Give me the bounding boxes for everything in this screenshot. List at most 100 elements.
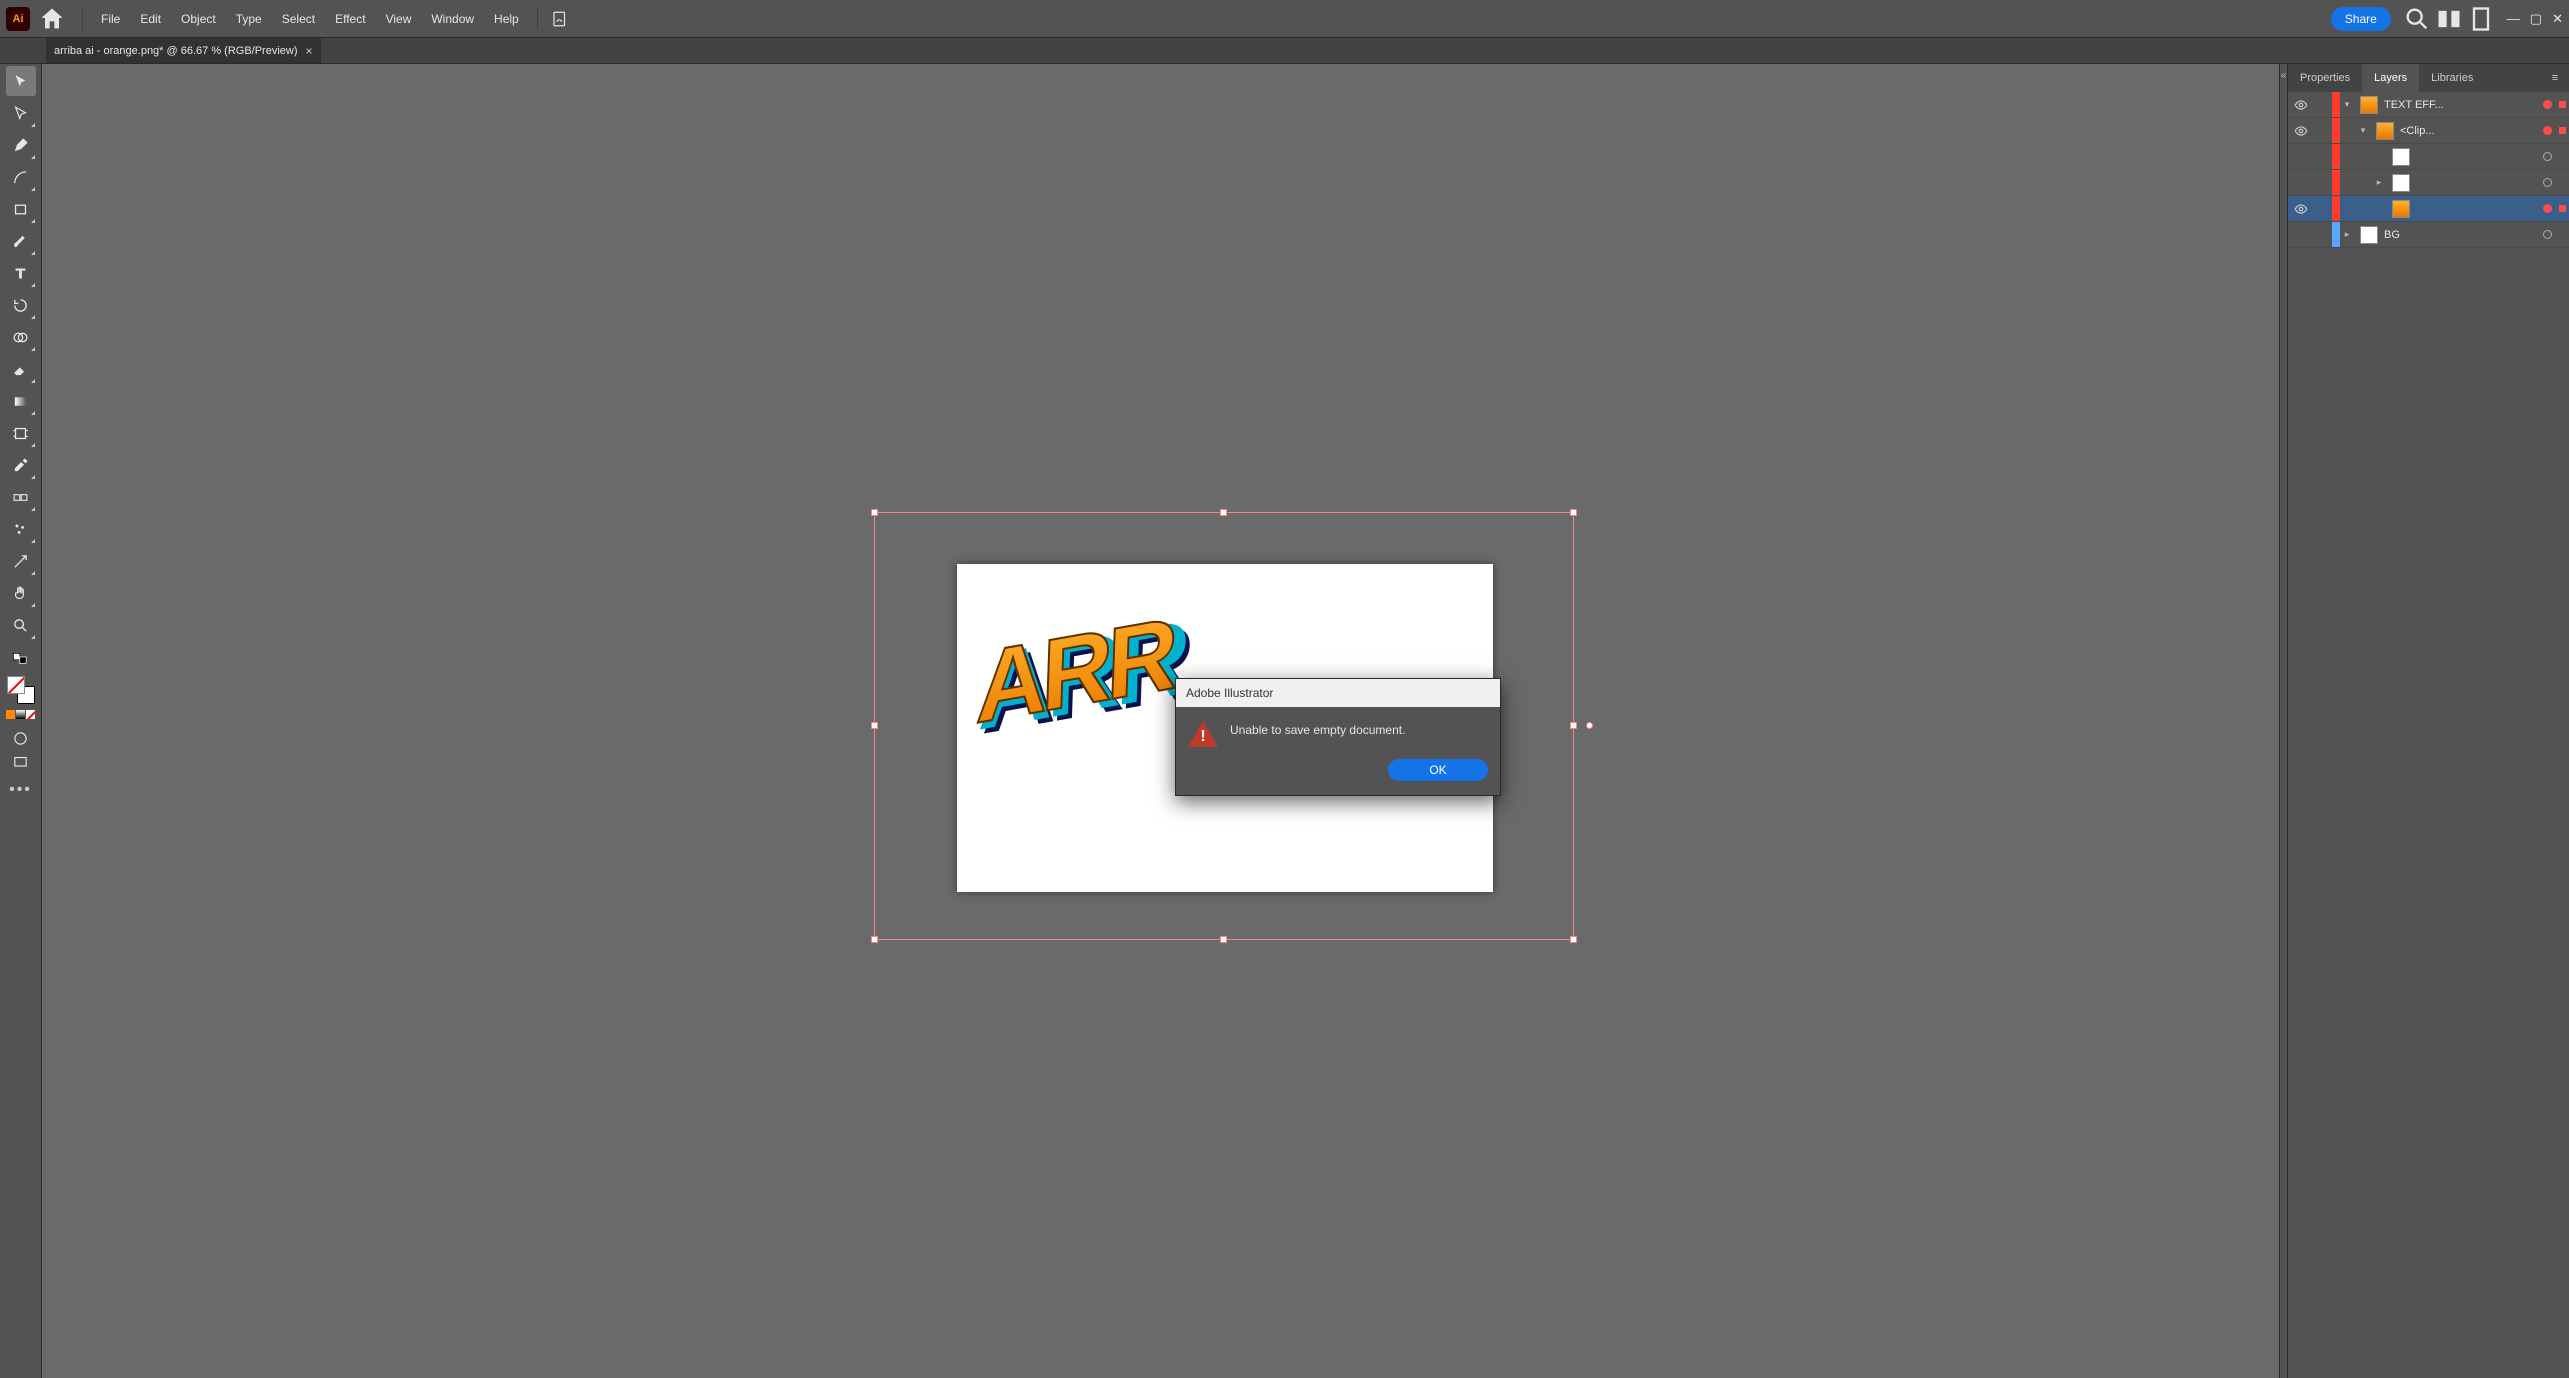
layer-row[interactable]: ▾ TEXT EFF... — [2288, 92, 2569, 118]
blend-tool[interactable] — [6, 482, 36, 512]
disclosure-triangle-icon[interactable]: ▸ — [2340, 229, 2354, 240]
selection-indicator — [2555, 101, 2569, 108]
edit-toolbar-icon[interactable]: ••• — [9, 781, 32, 799]
menu-type[interactable]: Type — [226, 0, 272, 37]
workspace-icon[interactable] — [2467, 5, 2495, 33]
visibility-toggle-icon[interactable] — [2288, 98, 2314, 112]
menu-help[interactable]: Help — [484, 0, 529, 37]
target-icon[interactable] — [2539, 204, 2555, 213]
ok-button[interactable]: OK — [1388, 759, 1488, 781]
artboard-tool[interactable] — [6, 418, 36, 448]
resize-handle[interactable] — [1220, 936, 1227, 943]
rectangle-tool[interactable] — [6, 194, 36, 224]
menu-bar: Ai File Edit Object Type Select Effect V… — [0, 0, 2569, 38]
disclosure-triangle-icon[interactable]: ▾ — [2356, 125, 2370, 136]
target-icon[interactable] — [2539, 100, 2555, 109]
panel-collapse-strip[interactable]: « — [2279, 64, 2287, 1378]
fill-stroke-swatches[interactable] — [7, 676, 35, 704]
menu-select[interactable]: Select — [272, 0, 325, 37]
target-icon[interactable] — [2539, 126, 2555, 135]
window-controls: — ▢ ✕ — [2507, 11, 2563, 27]
slice-tool[interactable] — [6, 546, 36, 576]
direct-selection-tool[interactable] — [6, 98, 36, 128]
layer-thumbnail[interactable] — [2376, 122, 2394, 140]
document-tab-title: arriba ai - orange.png* @ 66.67 % (RGB/P… — [54, 45, 298, 57]
layer-row[interactable]: ▸ BG — [2288, 222, 2569, 248]
layer-row[interactable] — [2288, 196, 2569, 222]
eraser-tool[interactable] — [6, 354, 36, 384]
target-icon[interactable] — [2539, 178, 2555, 187]
selection-indicator — [2555, 127, 2569, 134]
maximize-icon[interactable]: ▢ — [2530, 11, 2542, 27]
disclosure-triangle-icon[interactable]: ▸ — [2372, 177, 2386, 188]
resize-handle[interactable] — [1570, 509, 1577, 516]
menu-object[interactable]: Object — [171, 0, 226, 37]
tab-close-icon[interactable]: × — [306, 44, 313, 58]
hand-tool[interactable] — [6, 578, 36, 608]
rotate-handle[interactable] — [1586, 722, 1593, 729]
paintbrush-tool[interactable] — [6, 226, 36, 256]
close-icon[interactable]: ✕ — [2552, 11, 2563, 27]
zoom-tool[interactable] — [6, 610, 36, 640]
layer-color-strip — [2332, 118, 2340, 143]
layer-row[interactable]: ▾ <Clip... — [2288, 118, 2569, 144]
rotate-tool[interactable] — [6, 290, 36, 320]
layer-thumbnail[interactable] — [2360, 226, 2378, 244]
layer-row[interactable] — [2288, 144, 2569, 170]
layer-name[interactable]: <Clip... — [2400, 125, 2539, 137]
resize-handle[interactable] — [1570, 936, 1577, 943]
layer-thumbnail[interactable] — [2392, 174, 2410, 192]
layer-name[interactable]: TEXT EFF... — [2384, 99, 2539, 111]
resize-handle[interactable] — [1220, 509, 1227, 516]
separator — [537, 8, 538, 30]
eyedropper-tool[interactable] — [6, 450, 36, 480]
minimize-icon[interactable]: — — [2507, 11, 2520, 27]
pen-tool[interactable] — [6, 130, 36, 160]
symbol-sprayer-tool[interactable] — [6, 514, 36, 544]
selection-indicator — [2555, 205, 2569, 212]
cloud-document-icon[interactable] — [546, 5, 574, 33]
home-icon[interactable] — [38, 5, 66, 33]
shape-builder-tool[interactable] — [6, 322, 36, 352]
visibility-toggle-icon[interactable] — [2288, 124, 2314, 138]
color-mode-row[interactable] — [6, 710, 35, 719]
selection-tool[interactable] — [6, 66, 36, 96]
layer-thumbnail[interactable] — [2360, 96, 2378, 114]
share-button[interactable]: Share — [2331, 7, 2391, 31]
panel-menu-icon[interactable]: ≡ — [2541, 64, 2569, 92]
menu-window[interactable]: Window — [421, 0, 484, 37]
dialog-title: Adobe Illustrator — [1186, 686, 1273, 700]
screen-mode-icon[interactable] — [6, 751, 36, 773]
curvature-tool[interactable] — [6, 162, 36, 192]
fill-stroke-toggle-icon[interactable] — [6, 650, 36, 670]
target-icon[interactable] — [2539, 152, 2555, 161]
menu-view[interactable]: View — [376, 0, 422, 37]
visibility-toggle-icon[interactable] — [2288, 202, 2314, 216]
document-tab-bar: arriba ai - orange.png* @ 66.67 % (RGB/P… — [0, 38, 2569, 64]
search-icon[interactable] — [2403, 5, 2431, 33]
menu-edit[interactable]: Edit — [130, 0, 171, 37]
layer-row[interactable]: ▸ — [2288, 170, 2569, 196]
tab-properties[interactable]: Properties — [2288, 64, 2362, 92]
layer-color-strip — [2332, 196, 2340, 221]
resize-handle[interactable] — [1570, 722, 1577, 729]
resize-handle[interactable] — [871, 936, 878, 943]
disclosure-triangle-icon[interactable]: ▾ — [2340, 99, 2354, 110]
document-tab[interactable]: arriba ai - orange.png* @ 66.67 % (RGB/P… — [46, 38, 321, 63]
target-icon[interactable] — [2539, 230, 2555, 239]
draw-mode-icon[interactable] — [6, 727, 36, 749]
canvas[interactable]: ARR ARR ARR Adobe Illustrator ! Unab — [42, 64, 2287, 1378]
layer-thumbnail[interactable] — [2392, 148, 2410, 166]
dialog-titlebar[interactable]: Adobe Illustrator — [1176, 679, 1500, 707]
tab-layers[interactable]: Layers — [2362, 64, 2419, 92]
layer-name[interactable]: BG — [2384, 229, 2539, 241]
arrange-documents-icon[interactable] — [2435, 5, 2463, 33]
resize-handle[interactable] — [871, 722, 878, 729]
tab-libraries[interactable]: Libraries — [2419, 64, 2485, 92]
resize-handle[interactable] — [871, 509, 878, 516]
layer-thumbnail[interactable] — [2392, 200, 2410, 218]
type-tool[interactable] — [6, 258, 36, 288]
gradient-tool[interactable] — [6, 386, 36, 416]
menu-file[interactable]: File — [91, 0, 130, 37]
menu-effect[interactable]: Effect — [325, 0, 375, 37]
